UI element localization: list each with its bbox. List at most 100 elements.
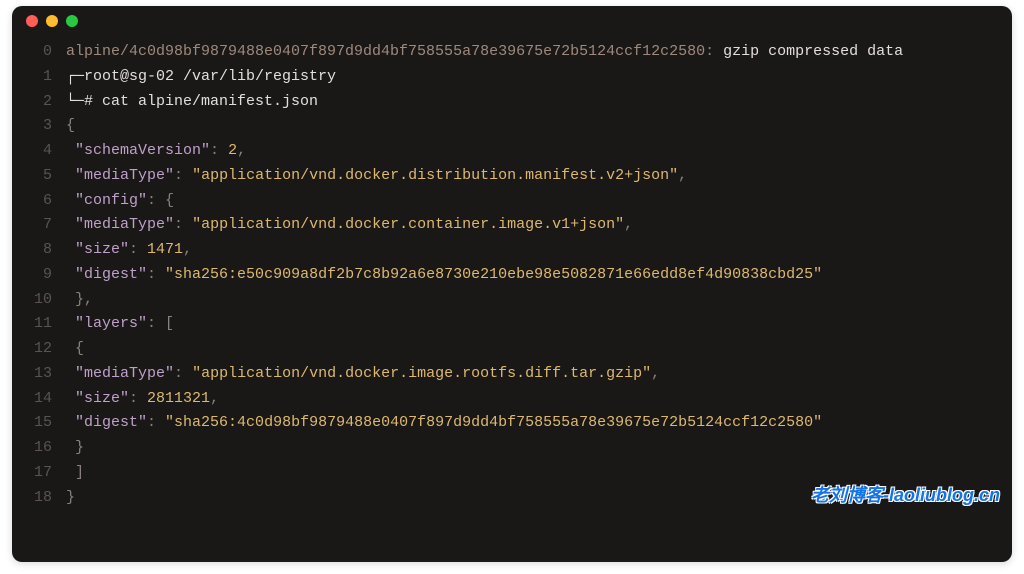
comma: , [183,238,192,263]
code-area: 0 alpine/4c0d98bf9879488e0407f897d9dd4bf… [12,36,1012,518]
prompt-prefix: ┌─ [66,65,84,90]
line-number: 16 [24,436,66,461]
zoom-icon[interactable] [66,15,78,27]
file-type-text: gzip compressed data [723,40,903,65]
indent [66,189,75,214]
brace-open: { [66,114,75,139]
colon: : [174,164,192,189]
bracket-close: ] [75,461,84,486]
colon: : [129,238,147,263]
indent [66,139,75,164]
code-line: 2 └─ # cat alpine/manifest.json [24,90,996,115]
line-number: 4 [24,139,66,164]
line-number: 2 [24,90,66,115]
line-number: 14 [24,387,66,412]
brace-close: } [66,486,75,511]
code-line: 12 { [24,337,996,362]
indent [66,288,75,313]
code-line: 9 "digest" : "sha256:e50c909a8df2b7c8b92… [24,263,996,288]
line-number: 6 [24,189,66,214]
line-number: 5 [24,164,66,189]
json-key: "size" [75,238,129,263]
json-value: "sha256:e50c909a8df2b7c8b92a6e8730e210eb… [165,263,822,288]
brace-open: { [165,189,174,214]
code-line: 0 alpine/4c0d98bf9879488e0407f897d9dd4bf… [24,40,996,65]
watermark-text: 老刘博客-laoliublog.cn [811,481,1000,511]
minimize-icon[interactable] [46,15,58,27]
colon: : [174,362,192,387]
code-line: 1 ┌─ root@sg-02 /var/lib/registry [24,65,996,90]
line-number: 0 [24,40,66,65]
line-number: 12 [24,337,66,362]
json-value: "application/vnd.docker.distribution.man… [192,164,678,189]
prompt-prefix: └─ [66,90,84,115]
brace-open: { [75,337,84,362]
code-line: 7 "mediaType" : "application/vnd.docker.… [24,213,996,238]
line-number: 9 [24,263,66,288]
comma: , [237,139,246,164]
code-line: 6 "config" : { [24,189,996,214]
line-number: 13 [24,362,66,387]
json-key: "size" [75,387,129,412]
code-line: 8 "size" : 1471 , [24,238,996,263]
line-number: 17 [24,461,66,486]
brace-close: } [75,436,84,461]
terminal-window: 0 alpine/4c0d98bf9879488e0407f897d9dd4bf… [12,6,1012,562]
json-value: "application/vnd.docker.image.rootfs.dif… [192,362,651,387]
json-key: "layers" [75,312,147,337]
code-line: 15 "digest" : "sha256:4c0d98bf9879488e04… [24,411,996,436]
indent [66,213,75,238]
path-text: alpine/4c0d98bf9879488e0407f897d9dd4bf75… [66,40,705,65]
comma: , [624,213,633,238]
indent [66,387,75,412]
line-number: 11 [24,312,66,337]
indent [66,164,75,189]
code-line: 13 "mediaType" : "application/vnd.docker… [24,362,996,387]
line-number: 1 [24,65,66,90]
colon: : [705,40,723,65]
line-number: 15 [24,411,66,436]
colon: : [147,411,165,436]
line-number: 7 [24,213,66,238]
bracket-open: [ [165,312,174,337]
json-value: "sha256:4c0d98bf9879488e0407f897d9dd4bf7… [165,411,822,436]
indent [66,461,75,486]
colon: : [174,213,192,238]
code-line: 4 "schemaVersion" : 2 , [24,139,996,164]
json-key: "digest" [75,263,147,288]
title-bar [12,6,1012,36]
line-number: 3 [24,114,66,139]
indent [66,263,75,288]
json-key: "config" [75,189,147,214]
colon: : [147,312,165,337]
json-value: 2811321 [147,387,210,412]
command-text: # cat alpine/manifest.json [84,90,318,115]
json-value: 2 [228,139,237,164]
json-key: "mediaType" [75,164,174,189]
colon: : [147,263,165,288]
comma: , [210,387,219,412]
json-key: "mediaType" [75,362,174,387]
code-line: 3 { [24,114,996,139]
indent [66,411,75,436]
close-icon[interactable] [26,15,38,27]
colon: : [129,387,147,412]
json-value: 1471 [147,238,183,263]
code-line: 10 }, [24,288,996,313]
brace-close: }, [75,288,93,313]
json-value: "application/vnd.docker.container.image.… [192,213,624,238]
code-line: 16 } [24,436,996,461]
indent [66,238,75,263]
json-key: "digest" [75,411,147,436]
line-number: 8 [24,238,66,263]
code-line: 5 "mediaType" : "application/vnd.docker.… [24,164,996,189]
json-key: "schemaVersion" [75,139,210,164]
indent [66,436,75,461]
prompt-text: root@sg-02 /var/lib/registry [84,65,336,90]
json-key: "mediaType" [75,213,174,238]
indent [66,362,75,387]
comma: , [678,164,687,189]
colon: : [147,189,165,214]
comma: , [651,362,660,387]
indent [66,337,75,362]
